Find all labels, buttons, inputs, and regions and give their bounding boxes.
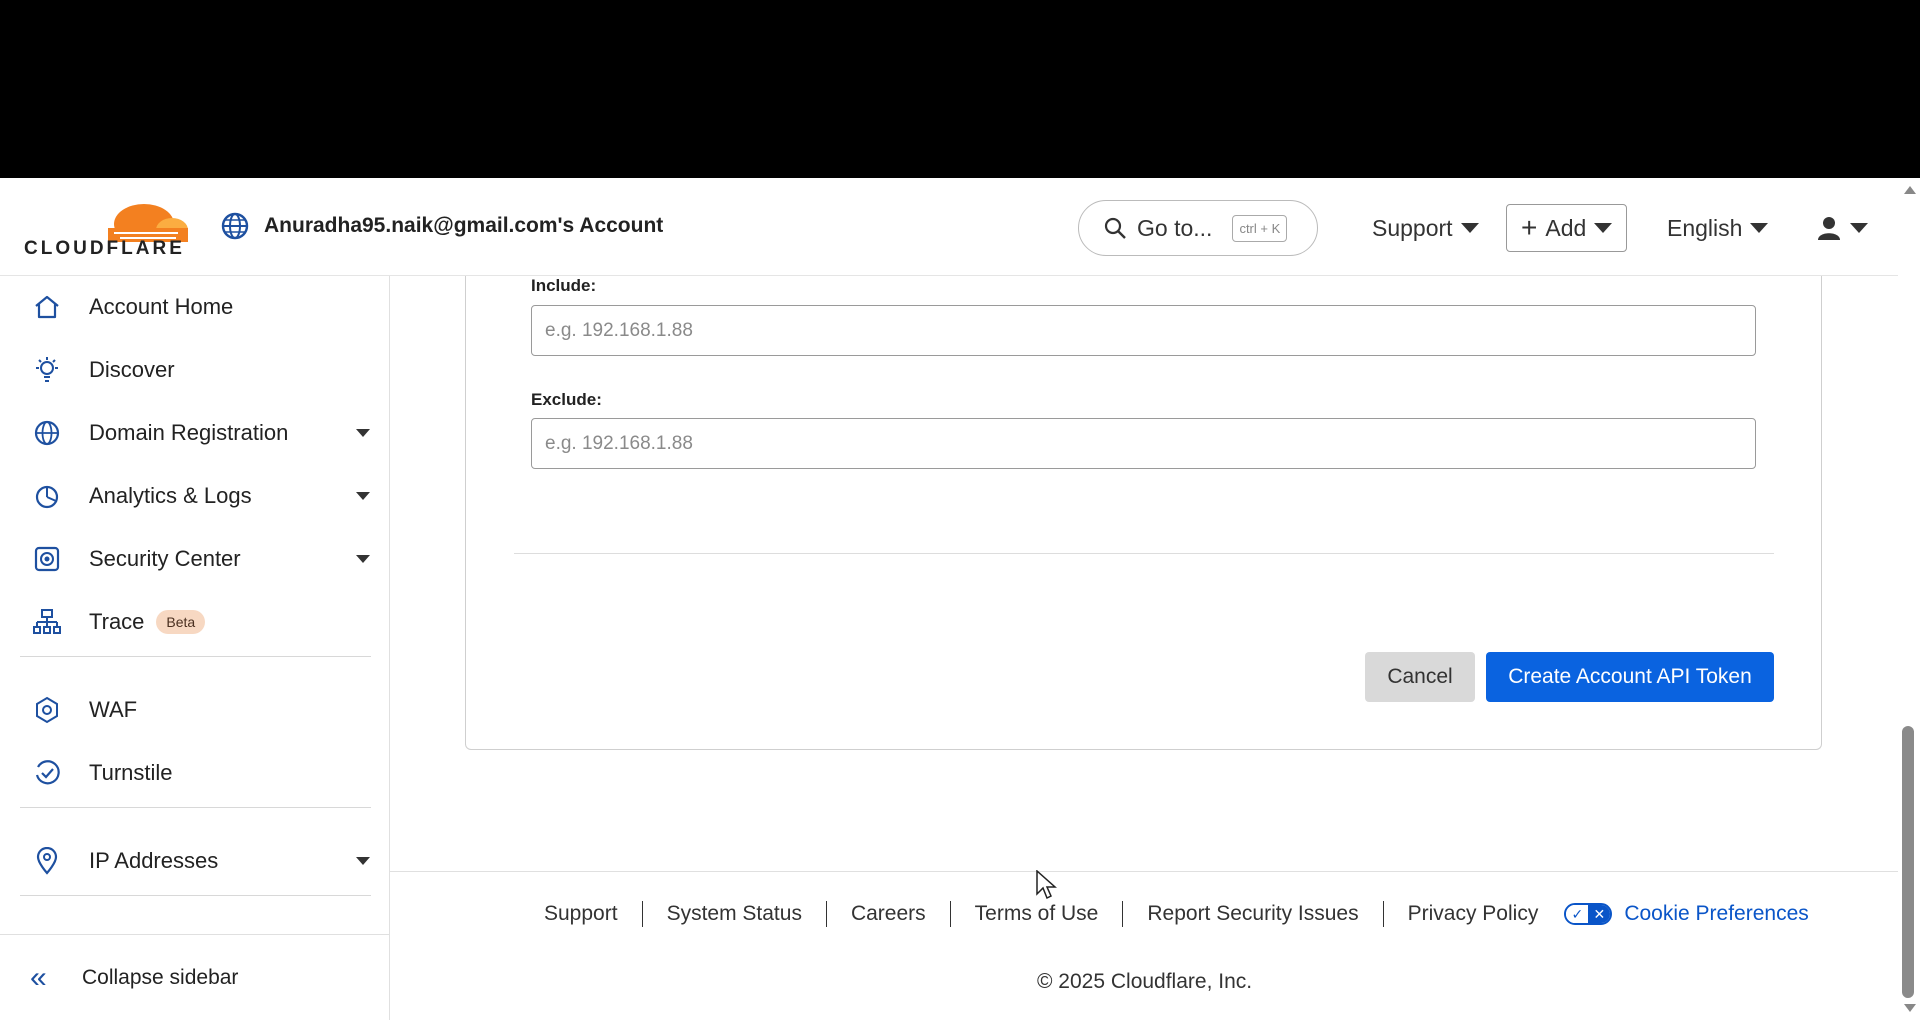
beta-badge: Beta	[156, 610, 206, 634]
collapse-sidebar-label: Collapse sidebar	[82, 965, 239, 989]
scrollbar-thumb[interactable]	[1902, 726, 1914, 998]
sidebar-item-label: Security Center	[89, 546, 241, 571]
sidebar-item-turnstile[interactable]: Turnstile	[0, 746, 390, 800]
plus-icon: +	[1521, 212, 1538, 243]
chevron-down-icon	[356, 429, 370, 437]
sidebar-item-ip-addresses[interactable]: IP Addresses	[0, 834, 390, 888]
collapse-sidebar-button[interactable]: « Collapse sidebar	[0, 934, 390, 1020]
footer-link-report-security[interactable]: Report Security Issues	[1123, 901, 1384, 927]
exclude-label: Exclude:	[531, 390, 602, 409]
screen-letterbox	[0, 0, 1920, 178]
footer-link-system-status[interactable]: System Status	[643, 901, 827, 927]
chevron-down-icon	[1750, 223, 1769, 233]
search-icon	[1104, 217, 1126, 239]
user-icon	[1818, 217, 1840, 240]
cookie-preferences-label: Cookie Preferences	[1624, 902, 1809, 925]
chevron-down-icon	[356, 857, 370, 865]
footer-link-support[interactable]: Support	[520, 901, 643, 927]
sidebar-item-label: Analytics & Logs	[89, 483, 252, 508]
trace-icon	[32, 607, 62, 637]
sidebar-item-label: IP Addresses	[89, 848, 219, 873]
top-header: CLOUDFLARE Anuradha95.naik@gmail.com's A…	[0, 178, 1898, 276]
support-dropdown[interactable]: Support	[1372, 204, 1479, 252]
sidebar: Account Home Discover Domain Registratio…	[0, 276, 390, 1020]
language-dropdown[interactable]: English	[1667, 204, 1769, 252]
scroll-down-arrow-icon[interactable]	[1904, 1004, 1916, 1012]
sidebar-item-label: WAF	[89, 697, 138, 722]
sidebar-item-domain-registration[interactable]: Domain Registration	[0, 406, 390, 460]
token-form-card: Include: Exclude: Cancel Create Account …	[465, 276, 1822, 750]
include-ip-input[interactable]	[531, 305, 1756, 356]
add-dropdown[interactable]: + Add	[1506, 204, 1628, 252]
location-pin-icon	[32, 846, 62, 876]
sidebar-divider	[20, 656, 371, 657]
create-api-token-button[interactable]: Create Account API Token	[1486, 652, 1774, 702]
privacy-toggle-icon: ✓ ✕	[1564, 903, 1613, 925]
sidebar-item-label: Turnstile	[89, 760, 173, 785]
scroll-up-arrow-icon[interactable]	[1904, 186, 1916, 194]
security-icon	[32, 544, 62, 574]
turnstile-icon	[32, 758, 62, 788]
chevron-down-icon	[356, 555, 370, 563]
sidebar-item-trace-label: Trace Beta	[89, 609, 206, 635]
sidebar-item-waf[interactable]: WAF	[0, 683, 390, 737]
sidebar-divider	[20, 807, 371, 808]
cookie-preferences-link[interactable]: ✓ ✕ Cookie Preferences	[1564, 902, 1809, 926]
copyright-text: © 2025 Cloudflare, Inc.	[1037, 970, 1253, 993]
sidebar-item-discover[interactable]: Discover	[0, 343, 390, 397]
globe-icon	[221, 212, 249, 240]
cloud-logo-icon	[108, 204, 188, 244]
cancel-button[interactable]: Cancel	[1365, 652, 1475, 702]
home-icon	[32, 292, 62, 322]
sidebar-item-analytics-logs[interactable]: Analytics & Logs	[0, 469, 390, 523]
footer-link-privacy[interactable]: Privacy Policy	[1384, 901, 1563, 927]
pie-chart-icon	[32, 481, 62, 511]
sidebar-item-label: Trace	[89, 609, 145, 634]
chevron-down-icon	[1594, 223, 1613, 233]
logo-wordmark: CLOUDFLARE	[24, 238, 185, 259]
footer-link-terms[interactable]: Terms of Use	[951, 901, 1124, 927]
waf-icon	[32, 695, 62, 725]
support-label: Support	[1372, 214, 1453, 241]
goto-shortcut: ctrl + K	[1232, 214, 1288, 242]
include-label: Include:	[531, 276, 597, 295]
footer-links: Support System Status Careers Terms of U…	[520, 894, 1809, 934]
mouse-cursor-icon	[1036, 870, 1057, 900]
double-chevron-left-icon: «	[30, 960, 47, 994]
account-switcher[interactable]: Anuradha95.naik@gmail.com's Account	[220, 211, 663, 241]
language-label: English	[1667, 214, 1743, 241]
exclude-ip-input[interactable]	[531, 418, 1756, 469]
add-label: Add	[1545, 214, 1587, 241]
chevron-down-icon	[1850, 223, 1868, 233]
globe-icon	[32, 418, 62, 448]
app-window: CLOUDFLARE Anuradha95.naik@gmail.com's A…	[0, 178, 1920, 1020]
sidebar-item-security-center[interactable]: Security Center	[0, 532, 390, 586]
sidebar-item-label: Domain Registration	[89, 420, 289, 445]
lightbulb-icon	[32, 355, 62, 385]
sidebar-item-label: Discover	[89, 357, 175, 382]
chevron-down-icon	[356, 492, 370, 500]
user-menu[interactable]	[1816, 204, 1868, 252]
page-scrollbar[interactable]	[1898, 178, 1920, 1020]
sidebar-item-account-home[interactable]: Account Home	[0, 280, 390, 334]
cloudflare-logo[interactable]: CLOUDFLARE	[24, 198, 188, 262]
goto-label: Go to...	[1137, 214, 1213, 241]
footer-link-careers[interactable]: Careers	[827, 901, 951, 927]
sidebar-item-label: Account Home	[89, 294, 234, 319]
sidebar-item-trace[interactable]: Trace Beta	[0, 595, 390, 649]
sidebar-divider	[20, 895, 371, 896]
form-divider	[514, 553, 1774, 554]
chevron-down-icon	[1460, 223, 1479, 233]
goto-search-button[interactable]: Go to... ctrl + K	[1078, 200, 1318, 256]
account-name: Anuradha95.naik@gmail.com's Account	[264, 214, 664, 237]
footer-divider	[390, 871, 1898, 872]
